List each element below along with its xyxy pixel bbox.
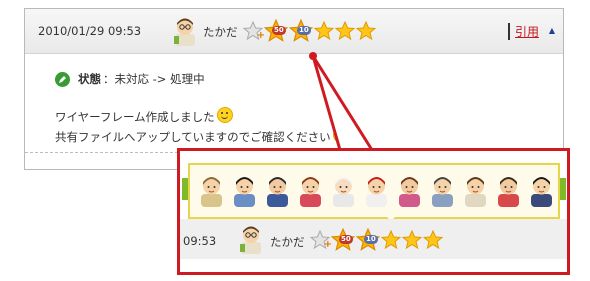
star-count-badge: 10 [364,235,378,244]
picker-avatar[interactable] [528,173,555,207]
picker-avatar[interactable] [495,173,522,207]
avatar-picker-list [198,173,555,207]
picker-avatar[interactable] [198,173,225,207]
picker-avatar[interactable] [396,173,423,207]
avatar-picker-popup [182,163,566,225]
user-name[interactable]: たかだ [270,234,305,250]
star-icon[interactable] [423,230,443,250]
picker-avatar[interactable] [363,173,390,207]
picker-avatar[interactable] [330,173,357,207]
picker-edge [560,178,566,200]
picker-avatar[interactable] [462,173,489,207]
star-icon[interactable]: 50 [331,228,355,252]
comment-header-zoomed: 09:53 たかだ + 50 10 [180,219,567,259]
user-avatar[interactable] [237,224,265,254]
star-count-badge: 50 [339,235,353,244]
picker-avatar[interactable] [297,173,324,207]
picker-edge [182,178,188,200]
star-list: + 50 10 [310,228,444,252]
star-icon[interactable]: 10 [356,228,380,252]
star-icon[interactable] [381,230,401,250]
picker-avatar[interactable] [429,173,456,207]
comment-timestamp: 09:53 [183,234,217,248]
picker-avatar[interactable] [264,173,291,207]
star-add-icon[interactable]: + [310,230,332,250]
star-icon[interactable] [402,230,422,250]
picker-avatar[interactable] [231,173,258,207]
zoom-callout: 09:53 たかだ + 50 10 [177,148,570,275]
